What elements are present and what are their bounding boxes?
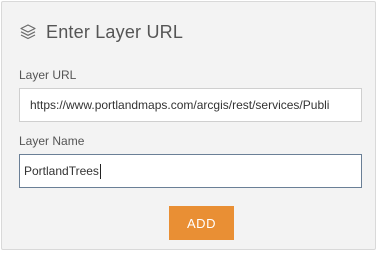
- layer-name-input[interactable]: PortlandTrees: [19, 154, 362, 188]
- add-layer-panel: Enter Layer URL Layer URL https://www.po…: [1, 1, 376, 250]
- panel-header: Enter Layer URL: [18, 18, 183, 46]
- layer-url-input[interactable]: https://www.portlandmaps.com/arcgis/rest…: [19, 88, 362, 122]
- text-cursor: [99, 163, 101, 179]
- panel-title: Enter Layer URL: [46, 21, 184, 42]
- layer-url-value: https://www.portlandmaps.com/arcgis/rest…: [30, 98, 330, 112]
- layer-name-label: Layer Name: [19, 134, 85, 148]
- add-button[interactable]: ADD: [169, 206, 234, 240]
- layer-name-value: PortlandTrees: [24, 164, 99, 178]
- layer-url-label: Layer URL: [19, 68, 77, 82]
- layers-icon: [18, 22, 38, 42]
